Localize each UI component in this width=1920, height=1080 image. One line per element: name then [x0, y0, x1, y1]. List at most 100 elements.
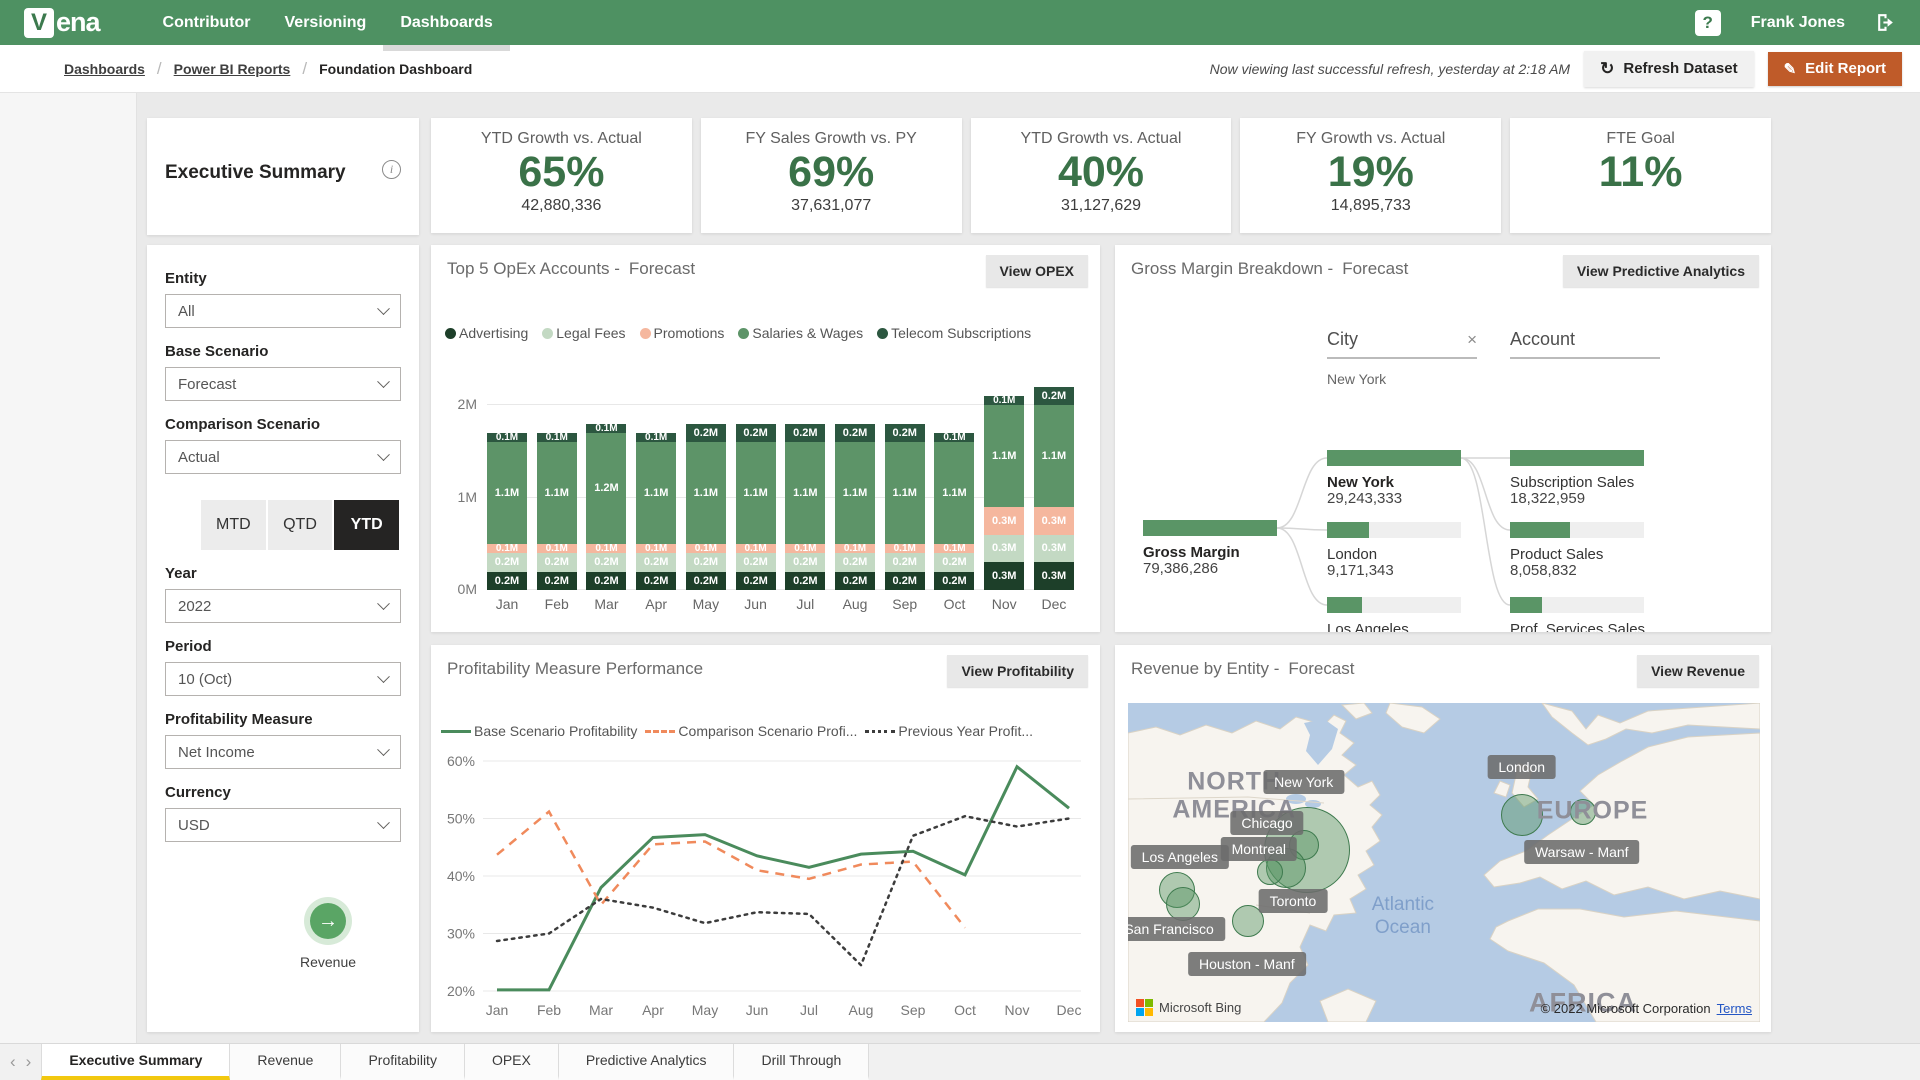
logout-icon[interactable] — [1875, 12, 1896, 33]
bar-column-nov[interactable]: 0.1M1.1M0.3M0.3M0.3MNov — [984, 396, 1024, 590]
dropdown-period[interactable]: 10 (Oct) — [165, 662, 401, 696]
legend-item-telecom-subscriptions[interactable]: Telecom Subscriptions — [877, 325, 1031, 341]
nav-item-dashboards[interactable]: Dashboards — [383, 0, 509, 45]
map-city-label-houston-manf[interactable]: Houston - Manf — [1188, 952, 1306, 976]
tree-node-bar-london[interactable] — [1327, 522, 1461, 538]
tree-node-bar-los-angeles[interactable] — [1327, 597, 1461, 613]
filter-label-comparison-scenario: Comparison Scenario — [165, 416, 401, 433]
legend-item-advertising[interactable]: Advertising — [445, 325, 528, 341]
toggle-mtd[interactable]: MTD — [201, 500, 266, 550]
tree-header-city[interactable]: City× — [1327, 329, 1477, 359]
dropdown-entity[interactable]: All — [165, 294, 401, 328]
tab-opex[interactable]: OPEX — [465, 1044, 559, 1080]
dropdown-base-scenario[interactable]: Forecast — [165, 367, 401, 401]
clear-city-filter-icon[interactable]: × — [1467, 335, 1477, 345]
map-region-label-europe: EUROPE — [1537, 797, 1649, 826]
bar-segment-salaries-wages: 1.1M — [537, 442, 577, 544]
nav-item-contributor[interactable]: Contributor — [146, 0, 268, 45]
map-city-label-san-francisco[interactable]: San Francisco — [1128, 917, 1225, 941]
legend-item-promotions[interactable]: Promotions — [640, 325, 725, 341]
breadcrumb-dashboards[interactable]: Dashboards — [64, 61, 145, 77]
bar-segment-salaries-wages: 1.2M — [586, 433, 626, 544]
bar-column-aug[interactable]: 0.2M1.1M0.1M0.2M0.2MAug — [835, 424, 875, 591]
kpi-card-ytd-growth-vs-actual[interactable]: YTD Growth vs. Actual40%31,127,629 — [971, 118, 1232, 233]
tree-root-bar-gross-margin[interactable] — [1143, 520, 1277, 536]
toggle-qtd[interactable]: QTD — [268, 500, 333, 550]
map-city-label-warsaw-manf[interactable]: Warsaw - Manf — [1524, 840, 1640, 864]
chevron-down-icon — [377, 597, 390, 610]
tab-revenue[interactable]: Revenue — [230, 1044, 341, 1080]
bing-map[interactable]: NORTH AMERICAEUROPEAFRICAAtlantic OceanN… — [1128, 703, 1760, 1022]
bar-column-oct[interactable]: 0.1M1.1M0.1M0.2M0.2MOct — [934, 433, 974, 590]
legend-item-salaries-wages[interactable]: Salaries & Wages — [738, 325, 863, 341]
revenue-nav-button[interactable]: → Revenue — [283, 897, 373, 970]
bar-column-may[interactable]: 0.2M1.1M0.1M0.2M0.2MMay — [686, 424, 726, 591]
view-revenue-button[interactable]: View Revenue — [1637, 655, 1759, 687]
map-city-label-toronto[interactable]: Toronto — [1259, 889, 1328, 913]
main-nav: ContributorVersioningDashboards — [146, 0, 510, 45]
legend-item-legal-fees[interactable]: Legal Fees — [542, 325, 625, 341]
map-city-label-montreal[interactable]: Montreal — [1221, 837, 1297, 861]
tree-header-account[interactable]: Account — [1510, 329, 1660, 359]
bar-column-apr[interactable]: 0.1M1.1M0.1M0.2M0.2MApr — [636, 433, 676, 590]
bar-segment-advertising: 0.2M — [934, 572, 974, 591]
refresh-dataset-button[interactable]: ↻ Refresh Dataset — [1584, 51, 1753, 87]
dropdown-currency[interactable]: USD — [165, 808, 401, 842]
kpi-card-fte-goal[interactable]: FTE Goal11% — [1510, 118, 1771, 233]
bar-column-sep[interactable]: 0.2M1.1M0.1M0.2M0.2MSep — [885, 424, 925, 591]
help-icon[interactable]: ? — [1695, 10, 1721, 36]
toggle-ytd[interactable]: YTD — [334, 500, 399, 550]
legend-item-comparison-scenario-profi[interactable]: Comparison Scenario Profi... — [645, 723, 857, 739]
bar-column-mar[interactable]: 0.1M1.2M0.1M0.2M0.2MMar — [586, 424, 626, 591]
tree-node-bar-subscription-sales[interactable] — [1510, 450, 1644, 466]
tab-profitability[interactable]: Profitability — [341, 1044, 464, 1080]
dropdown-year[interactable]: 2022 — [165, 589, 401, 623]
view-profitability-button[interactable]: View Profitability — [947, 655, 1088, 687]
dropdown-value: Forecast — [178, 376, 236, 393]
kpi-card-fy-growth-vs-actual[interactable]: FY Growth vs. Actual19%14,895,733 — [1240, 118, 1501, 233]
map-city-label-chicago[interactable]: Chicago — [1230, 811, 1303, 835]
view-opex-button[interactable]: View OPEX — [986, 255, 1088, 287]
user-menu[interactable]: Frank Jones — [1751, 14, 1845, 32]
opex-legend: Advertising Legal Fees Promotions Salaries … — [445, 325, 1031, 341]
tab-scroll-left-icon[interactable]: ‹ — [10, 1052, 16, 1072]
filter-label-currency: Currency — [165, 784, 401, 801]
tab-drill-through[interactable]: Drill Through — [734, 1044, 869, 1080]
legend-item-previous-year-profit[interactable]: Previous Year Profit... — [865, 723, 1033, 739]
bar-segment-telecom-subscriptions: 0.1M — [984, 396, 1024, 405]
kpi-card-fy-sales-growth-vs-py[interactable]: FY Sales Growth vs. PY69%37,631,077 — [701, 118, 962, 233]
bar-column-jan[interactable]: 0.1M1.1M0.1M0.2M0.2MJan — [487, 433, 527, 590]
bar-column-jun[interactable]: 0.2M1.1M0.1M0.2M0.2MJun — [736, 424, 776, 591]
bar-segment-promotions: 0.1M — [487, 544, 527, 553]
chevron-down-icon — [377, 670, 390, 683]
profitability-line-chart[interactable]: 20%30%40%50%60%JanFebMarAprMayJunJulAugS… — [439, 743, 1089, 1032]
tree-node-bar-product-sales[interactable] — [1510, 522, 1644, 538]
bar-column-jul[interactable]: 0.2M1.1M0.1M0.2M0.2MJul — [785, 424, 825, 591]
vena-logo[interactable]: V ena — [24, 7, 100, 38]
map-city-label-los-angeles[interactable]: Los Angeles — [1131, 845, 1229, 869]
tree-node-label: Subscription Sales — [1510, 474, 1634, 491]
dropdown-comparison-scenario[interactable]: Actual — [165, 440, 401, 474]
breadcrumb-power-bi-reports[interactable]: Power BI Reports — [174, 61, 291, 77]
microsoft-logo-icon — [1136, 999, 1153, 1016]
legend-item-base-scenario-profitability[interactable]: Base Scenario Profitability — [441, 723, 637, 739]
opex-bar-chart[interactable]: 0M1M2M0.1M1.1M0.1M0.2M0.2MJan0.1M1.1M0.1… — [487, 358, 1074, 590]
tab-scroll-right-icon[interactable]: › — [26, 1052, 32, 1072]
tab-predictive-analytics[interactable]: Predictive Analytics — [559, 1044, 735, 1080]
tree-node-bar-new-york[interactable] — [1327, 450, 1461, 466]
map-city-label-london[interactable]: London — [1487, 755, 1556, 779]
revenue-bubble[interactable] — [1257, 859, 1283, 885]
nav-item-versioning[interactable]: Versioning — [268, 0, 384, 45]
bar-column-dec[interactable]: 0.2M1.1M0.3M0.3M0.3MDec — [1034, 387, 1074, 591]
map-terms-link[interactable]: Terms — [1717, 1001, 1752, 1016]
breadcrumb-separator: / — [302, 59, 307, 79]
dropdown-profitability-measure[interactable]: Net Income — [165, 735, 401, 769]
tree-node-bar-prof-services-sales[interactable] — [1510, 597, 1644, 613]
tab-executive-summary[interactable]: Executive Summary — [41, 1044, 230, 1080]
info-icon[interactable]: i — [382, 160, 401, 179]
bar-column-feb[interactable]: 0.1M1.1M0.1M0.2M0.2MFeb — [537, 433, 577, 590]
kpi-card-ytd-growth-vs-actual[interactable]: YTD Growth vs. Actual65%42,880,336 — [431, 118, 692, 233]
map-city-label-new-york[interactable]: New York — [1263, 770, 1344, 794]
view-predictive-analytics-button[interactable]: View Predictive Analytics — [1563, 255, 1759, 287]
edit-report-button[interactable]: ✎ Edit Report — [1768, 52, 1902, 86]
